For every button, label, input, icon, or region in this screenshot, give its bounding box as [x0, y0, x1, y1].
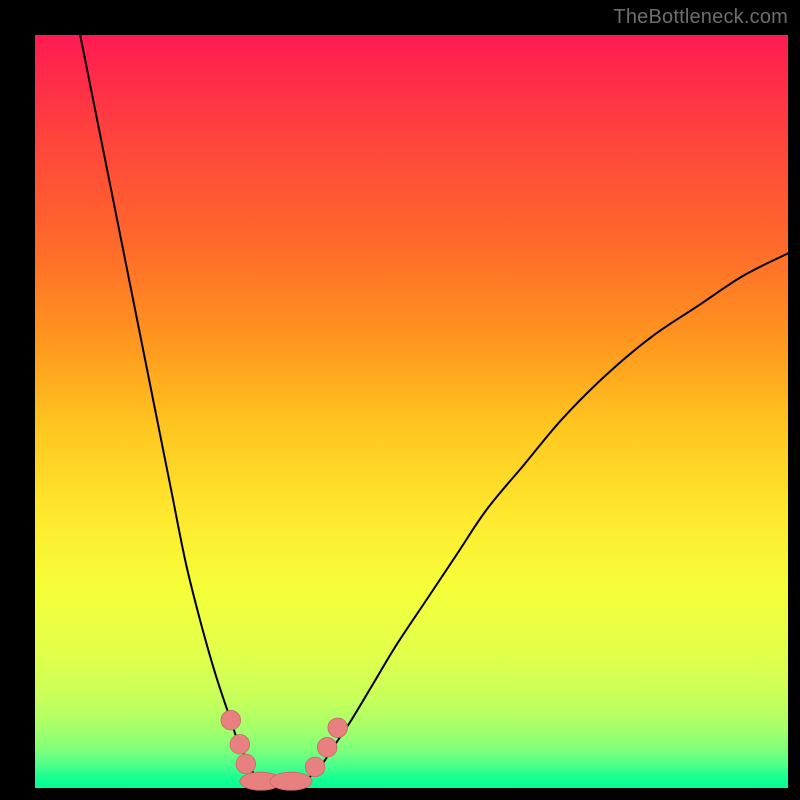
watermark-text: TheBottleneck.com [613, 6, 788, 29]
valley-marker-dot [236, 754, 256, 774]
valley-marker-group [221, 710, 348, 790]
curve-layer [35, 35, 788, 788]
left-bottleneck-curve [80, 35, 261, 780]
plot-area [35, 35, 788, 788]
valley-marker-dot [317, 738, 337, 758]
valley-marker-dot [230, 735, 250, 755]
chart-frame: TheBottleneck.com [0, 0, 800, 800]
valley-marker-dot [221, 710, 241, 730]
valley-marker-dot [328, 718, 348, 738]
right-bottleneck-curve [306, 253, 788, 780]
valley-marker-oval [270, 772, 312, 790]
valley-marker-dot [305, 757, 325, 777]
